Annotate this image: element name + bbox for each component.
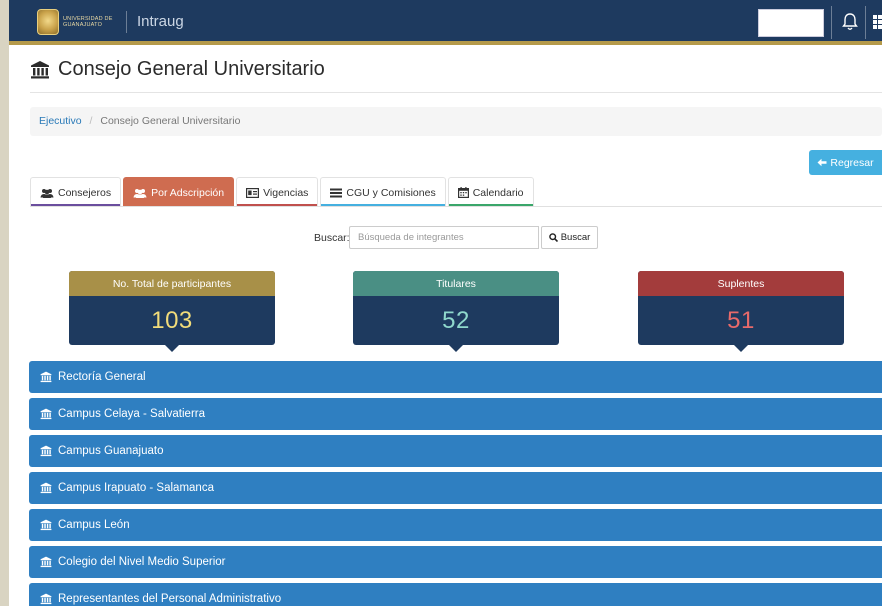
stat-card-pointer — [164, 344, 180, 352]
calendar-icon — [457, 187, 469, 198]
users-icon — [133, 188, 147, 198]
institution-icon — [31, 60, 49, 78]
accordion-item-guanajuato[interactable]: Campus Guanajuato — [29, 435, 882, 467]
tab-label: Calendario — [472, 186, 524, 199]
breadcrumb-current: Consejo General Universitario — [100, 115, 241, 127]
logo-text: UNIVERSIDAD DE GUANAJUATO — [63, 16, 113, 28]
tab-consejeros[interactable]: Consejeros — [30, 177, 122, 207]
institution-icon — [40, 371, 52, 383]
stat-card-titulares: Titulares 52 — [353, 271, 559, 352]
campus-accordion: Rectoría General Campus Celaya - Salvati… — [29, 361, 882, 606]
users-icon — [40, 188, 54, 198]
accordion-item-rectoria[interactable]: Rectoría General — [29, 361, 882, 393]
stat-card-suplentes: Suplentes 51 — [638, 271, 844, 352]
logo-text-line-2: GUANAJUATO — [63, 22, 103, 28]
stat-card-label: Titulares — [353, 271, 559, 296]
topbar-search-input[interactable] — [758, 9, 824, 37]
stat-card-total: No. Total de participantes 103 — [69, 271, 275, 352]
institution-icon — [40, 408, 52, 420]
search-label: Buscar: — [314, 232, 350, 244]
search-button-label: Buscar — [560, 232, 591, 243]
breadcrumb-separator: / — [89, 115, 93, 127]
list-icon — [330, 188, 343, 197]
tab-cgu-comisiones[interactable]: CGU y Comisiones — [320, 177, 446, 207]
tab-label: Vigencias — [263, 186, 309, 199]
accordion-item-label: Rectoría General — [58, 371, 146, 383]
title-divider — [30, 92, 882, 93]
id-card-icon — [246, 187, 260, 198]
stat-card-label: No. Total de participantes — [69, 271, 275, 296]
arrow-left-icon — [817, 158, 827, 167]
topbar-divider — [831, 6, 832, 39]
breadcrumb-link-ejecutivo[interactable]: Ejecutivo — [39, 115, 82, 127]
search-input[interactable] — [349, 226, 539, 249]
back-button[interactable]: Regresar — [809, 150, 882, 175]
university-logo[interactable]: UNIVERSIDAD DE GUANAJUATO — [37, 8, 121, 36]
page-title: Consejo General Universitario — [30, 58, 325, 81]
tabs-divider — [30, 206, 882, 207]
stat-card-pointer — [733, 344, 749, 352]
tab-label: Consejeros — [58, 186, 112, 199]
institution-icon — [40, 482, 52, 494]
institution-icon — [40, 445, 52, 457]
stat-card-value: 52 — [442, 306, 470, 334]
accordion-item-label: Campus Irapuato - Salamanca — [58, 482, 214, 494]
back-button-label: Regresar — [830, 156, 874, 169]
tab-bar: Consejeros Por Adscripción Vigencias CGU… — [30, 177, 536, 207]
stat-card-pointer — [448, 344, 464, 352]
tab-calendario[interactable]: Calendario — [447, 177, 534, 207]
accordion-item-nivel-medio[interactable]: Colegio del Nivel Medio Superior — [29, 546, 882, 578]
tab-vigencias[interactable]: Vigencias — [236, 177, 319, 207]
stat-card-value: 51 — [727, 306, 755, 334]
accordion-item-label: Representantes del Personal Administrati… — [58, 593, 282, 605]
search-icon — [548, 233, 558, 242]
tab-por-adscripcion[interactable]: Por Adscripción — [123, 177, 235, 207]
left-rail — [0, 0, 9, 606]
top-navbar: UNIVERSIDAD DE GUANAJUATO Intraug — [9, 0, 882, 45]
breadcrumb: Ejecutivo / Consejo General Universitari… — [30, 107, 882, 136]
tab-label: CGU y Comisiones — [346, 186, 436, 199]
accordion-item-celaya[interactable]: Campus Celaya - Salvatierra — [29, 398, 882, 430]
stat-card-label: Suplentes — [638, 271, 844, 296]
institution-icon — [40, 593, 52, 605]
search-button[interactable]: Buscar — [541, 226, 598, 249]
stat-card-value: 103 — [151, 306, 193, 334]
page-title-text: Consejo General Universitario — [58, 58, 325, 80]
university-seal-icon — [37, 9, 59, 35]
accordion-item-label: Colegio del Nivel Medio Superior — [58, 556, 226, 568]
accordion-item-label: Campus Celaya - Salvatierra — [58, 408, 206, 420]
tab-label: Por Adscripción — [151, 186, 225, 199]
apps-grid-icon[interactable] — [873, 15, 882, 29]
accordion-item-leon[interactable]: Campus León — [29, 509, 882, 541]
accordion-item-label: Campus Guanajuato — [58, 445, 164, 457]
accordion-item-label: Campus León — [58, 519, 130, 531]
accordion-item-personal-administrativo[interactable]: Representantes del Personal Administrati… — [29, 583, 882, 606]
app-name[interactable]: Intraug — [137, 13, 184, 30]
institution-icon — [40, 556, 52, 568]
bell-icon[interactable] — [841, 12, 859, 32]
app-separator — [126, 11, 127, 33]
accordion-item-irapuato[interactable]: Campus Irapuato - Salamanca — [29, 472, 882, 504]
institution-icon — [40, 519, 52, 531]
topbar-divider — [865, 6, 866, 39]
